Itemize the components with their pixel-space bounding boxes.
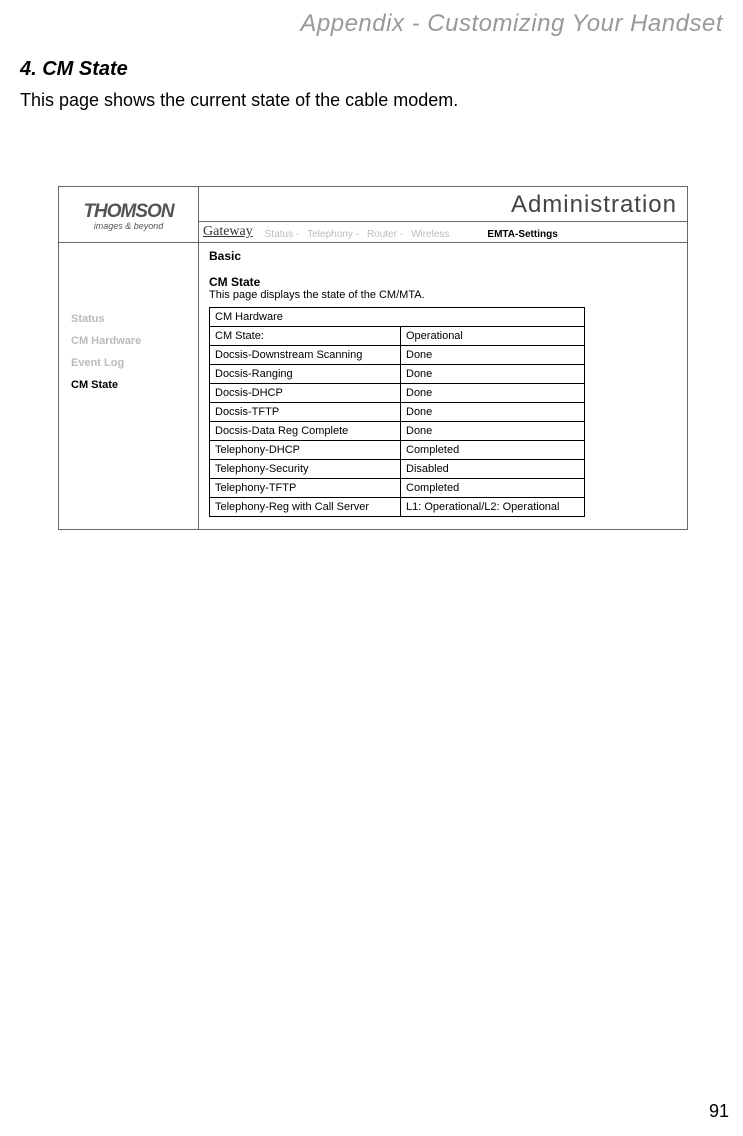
table-cell-label: Telephony-DHCP <box>210 441 401 460</box>
table-cell-label: Telephony-Reg with Call Server <box>210 498 401 517</box>
table-cell-value: Done <box>401 346 585 365</box>
sidebar-item-cm-state[interactable]: CM State <box>71 379 192 391</box>
table-row: Docsis-Data Reg CompleteDone <box>210 422 585 441</box>
sidebar-item-cm-hardware[interactable]: CM Hardware <box>71 335 192 347</box>
brand-logo: THOMSON images & beyond <box>59 187 199 242</box>
table-row: Docsis-Downstream ScanningDone <box>210 346 585 365</box>
table-cell-label: Docsis-TFTP <box>210 403 401 422</box>
content-basic-label: Basic <box>209 249 677 263</box>
table-row: Telephony-SecurityDisabled <box>210 460 585 479</box>
panel-body: Status CM Hardware Event Log CM State Ba… <box>59 243 687 529</box>
table-cell-label: Docsis-DHCP <box>210 384 401 403</box>
header-cell: Administration Gateway Status - Telephon… <box>199 187 687 242</box>
table-cell-value: Done <box>401 384 585 403</box>
content-subtitle: This page displays the state of the CM/M… <box>209 289 677 301</box>
table-cell-value: Disabled <box>401 460 585 479</box>
table-cell-label: Docsis-Downstream Scanning <box>210 346 401 365</box>
table-cell-value: Done <box>401 422 585 441</box>
sidebar-item-status[interactable]: Status <box>71 313 192 325</box>
panel-header: THOMSON images & beyond Administration G… <box>59 187 687 243</box>
table-row: Docsis-RangingDone <box>210 365 585 384</box>
table-row: Telephony-DHCPCompleted <box>210 441 585 460</box>
table-cell-value: Done <box>401 403 585 422</box>
nav-telephony[interactable]: Telephony - <box>307 229 359 240</box>
sidebar-item-event-log[interactable]: Event Log <box>71 357 192 369</box>
gateway-label: Gateway <box>203 224 253 240</box>
brand-name: THOMSON <box>63 201 194 223</box>
nav-status[interactable]: Status - <box>265 229 299 240</box>
table-cell-value: Operational <box>401 327 585 346</box>
cm-state-table: CM Hardware CM State:OperationalDocsis-D… <box>209 307 585 517</box>
nav-emta-settings[interactable]: EMTA-Settings <box>487 229 557 240</box>
nav-row: Gateway Status - Telephony - Router - Wi… <box>199 222 687 242</box>
table-cell-value: L1: Operational/L2: Operational <box>401 498 585 517</box>
section-description: This page shows the current state of the… <box>20 90 458 111</box>
table-row: Docsis-TFTPDone <box>210 403 585 422</box>
table-cell-label: Docsis-Ranging <box>210 365 401 384</box>
table-header-row: CM Hardware <box>210 308 585 327</box>
page-number: 91 <box>709 1101 729 1122</box>
page-title: Administration <box>199 187 687 222</box>
table-row: Telephony-Reg with Call ServerL1: Operat… <box>210 498 585 517</box>
nav-router[interactable]: Router - <box>367 229 403 240</box>
table-cell-label: Telephony-TFTP <box>210 479 401 498</box>
section-heading: 4. CM State <box>20 58 128 81</box>
table-cell-value: Done <box>401 365 585 384</box>
content-title: CM State <box>209 275 677 289</box>
nav-wireless[interactable]: Wireless <box>411 229 449 240</box>
table-cell-label: CM State: <box>210 327 401 346</box>
table-row: Docsis-DHCPDone <box>210 384 585 403</box>
table-row: CM State:Operational <box>210 327 585 346</box>
table-cell-label: Docsis-Data Reg Complete <box>210 422 401 441</box>
admin-panel: THOMSON images & beyond Administration G… <box>58 186 688 530</box>
table-cell-value: Completed <box>401 441 585 460</box>
content-area: Basic CM State This page displays the st… <box>199 243 687 529</box>
table-cell-value: Completed <box>401 479 585 498</box>
table-cell-label: Telephony-Security <box>210 460 401 479</box>
table-header: CM Hardware <box>210 308 585 327</box>
sidebar: Status CM Hardware Event Log CM State <box>59 243 199 529</box>
chapter-title: Appendix - Customizing Your Handset <box>300 10 723 38</box>
table-row: Telephony-TFTPCompleted <box>210 479 585 498</box>
